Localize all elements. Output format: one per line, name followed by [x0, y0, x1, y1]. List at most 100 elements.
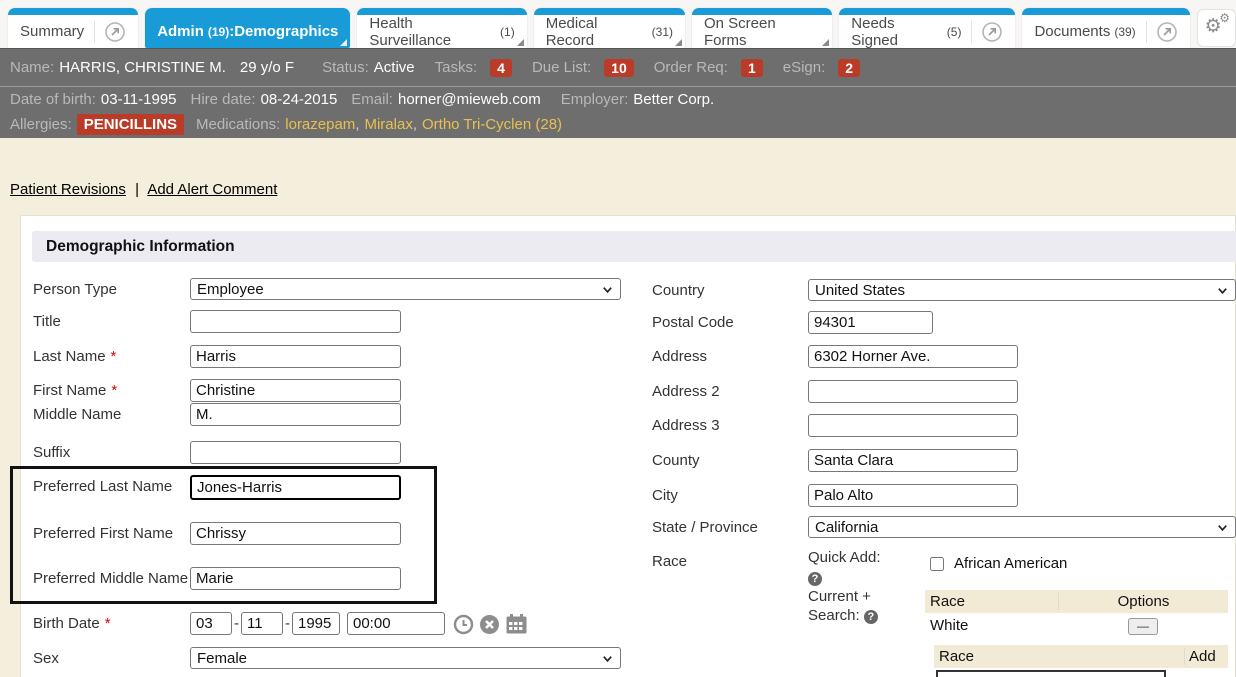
sex-select[interactable]: Female: [190, 647, 621, 669]
tab-label: Health Surveillance: [369, 15, 496, 49]
tab-documents[interactable]: Documents (39): [1022, 8, 1189, 48]
county-label: County: [652, 449, 808, 470]
action-links: Patient Revisions | Add Alert Comment: [10, 181, 277, 198]
tab-count: (1): [500, 25, 515, 39]
suffix-input[interactable]: [190, 441, 401, 464]
required-marker: *: [105, 615, 111, 632]
address-input[interactable]: [808, 345, 1018, 368]
email-label: Email:: [351, 91, 393, 108]
address3-input[interactable]: [808, 414, 1018, 437]
quick-add-help-icon[interactable]: ?: [808, 572, 822, 586]
tasks-count-badge[interactable]: 4: [490, 59, 512, 77]
chevron-down-icon: [1216, 284, 1229, 297]
current-race-table: Race Options White —: [925, 590, 1228, 638]
hire-date-label: Hire date:: [191, 91, 256, 108]
race-search-input[interactable]: [936, 670, 1166, 677]
tab-documents-popout[interactable]: [1146, 21, 1178, 43]
tab-summary[interactable]: Summary: [8, 8, 138, 48]
search-label: Search: ?: [808, 607, 918, 625]
city-label: City: [652, 484, 808, 505]
tab-needs-signed[interactable]: Needs Signed (5): [839, 8, 1015, 48]
tab-dropdown-fold-icon: [517, 39, 524, 46]
required-marker: *: [111, 348, 117, 365]
calendar-icon[interactable]: [505, 613, 528, 635]
employer-label: Employer:: [561, 91, 629, 108]
tab-needs-signed-popout[interactable]: [971, 21, 1003, 43]
dob-value: 03-11-1995: [101, 91, 177, 108]
patient-name: HARRIS, CHRISTINE M.: [59, 59, 226, 76]
middle-name-label: Middle Name: [33, 403, 190, 424]
race-label: Race: [652, 550, 808, 571]
tab-label: Summary: [20, 23, 84, 40]
tab-health-surveillance[interactable]: Health Surveillance (1): [357, 8, 526, 48]
county-input[interactable]: [808, 449, 1018, 472]
preferred-last-name-input[interactable]: [190, 475, 401, 500]
esign-count-badge[interactable]: 2: [838, 59, 860, 77]
tab-count: (39): [1114, 25, 1135, 39]
open-popout-icon: [104, 21, 126, 43]
country-label: Country: [652, 279, 808, 300]
person-type-select[interactable]: Employee: [190, 278, 621, 300]
postal-code-label: Postal Code: [652, 311, 808, 332]
tab-on-screen-forms[interactable]: On Screen Forms: [692, 8, 832, 48]
preferred-middle-name-label: Preferred Middle Name: [33, 567, 190, 588]
current-race-table-header: Race Options: [925, 590, 1228, 613]
address-label: Address: [652, 345, 808, 366]
birth-month-input[interactable]: [190, 612, 232, 635]
middle-name-input[interactable]: [190, 403, 401, 426]
address3-label: Address 3: [652, 414, 808, 435]
birth-day-input[interactable]: [241, 612, 283, 635]
clear-date-icon[interactable]: [479, 614, 500, 635]
tab-label: Needs Signed: [851, 15, 943, 49]
order-req-count-badge[interactable]: 1: [741, 59, 763, 77]
medications-label: Medications:: [196, 116, 280, 133]
options-column-header: Options: [1058, 593, 1228, 610]
birth-date-label: Birth Date*: [33, 612, 190, 633]
order-req-label: Order Req:: [654, 59, 728, 76]
postal-code-input[interactable]: [808, 311, 933, 334]
birth-year-input[interactable]: [292, 612, 340, 635]
add-alert-comment-link[interactable]: Add Alert Comment: [147, 181, 277, 198]
settings-button[interactable]: ⚙ ⚙: [1197, 9, 1236, 47]
status-value: Active: [374, 59, 415, 76]
race-column-header: Race: [925, 593, 1058, 610]
state-province-select[interactable]: California: [808, 516, 1236, 538]
birth-time-input[interactable]: [347, 612, 445, 635]
city-input[interactable]: [808, 484, 1018, 507]
patient-age-sex: 29 y/o F: [240, 59, 294, 76]
tab-medical-record[interactable]: Medical Record (31): [534, 8, 685, 48]
time-picker-clock-icon[interactable]: [453, 614, 474, 635]
last-name-label: Last Name*: [33, 345, 190, 366]
webchart-demographics-page: Summary Admin (19) :Demographics Health …: [0, 0, 1236, 677]
preferred-middle-name-input[interactable]: [190, 567, 401, 590]
country-select[interactable]: United States: [808, 279, 1236, 301]
race-value: White: [925, 617, 1058, 634]
first-name-label: First Name*: [33, 379, 190, 400]
tab-bar: Summary Admin (19) :Demographics Health …: [0, 0, 1236, 48]
allergies-label: Allergies:: [10, 116, 72, 133]
search-help-icon[interactable]: ?: [864, 610, 878, 624]
allergy-badge[interactable]: PENICILLINS: [77, 114, 184, 135]
patient-revisions-link[interactable]: Patient Revisions: [10, 181, 126, 198]
suffix-label: Suffix: [33, 441, 190, 462]
patient-info-line-2: Allergies: PENICILLINS Medications: lora…: [0, 112, 1236, 137]
title-input[interactable]: [190, 310, 401, 333]
section-title: Demographic Information: [46, 238, 235, 256]
remove-race-button[interactable]: —: [1128, 618, 1158, 635]
name-label: Name:: [10, 59, 54, 76]
tab-summary-popout[interactable]: [94, 21, 126, 43]
address2-input[interactable]: [808, 380, 1018, 403]
state-province-label: State / Province: [652, 516, 808, 537]
employer-value: Better Corp.: [633, 91, 714, 108]
chevron-down-icon: [601, 283, 614, 296]
preferred-first-name-input[interactable]: [190, 522, 401, 545]
due-list-count-badge[interactable]: 10: [604, 59, 634, 77]
first-name-input[interactable]: [190, 379, 401, 402]
last-name-input[interactable]: [190, 345, 401, 368]
add-column-header: Add: [1184, 648, 1228, 665]
tab-dropdown-fold-icon: [822, 39, 829, 46]
tab-admin-demographics[interactable]: Admin (19) :Demographics: [145, 8, 350, 48]
patient-info-bar: Date of birth: 03-11-1995 Hire date: 08-…: [0, 86, 1236, 138]
email-value: horner@mieweb.com: [398, 91, 541, 108]
race-african-american-checkbox[interactable]: [930, 557, 944, 571]
